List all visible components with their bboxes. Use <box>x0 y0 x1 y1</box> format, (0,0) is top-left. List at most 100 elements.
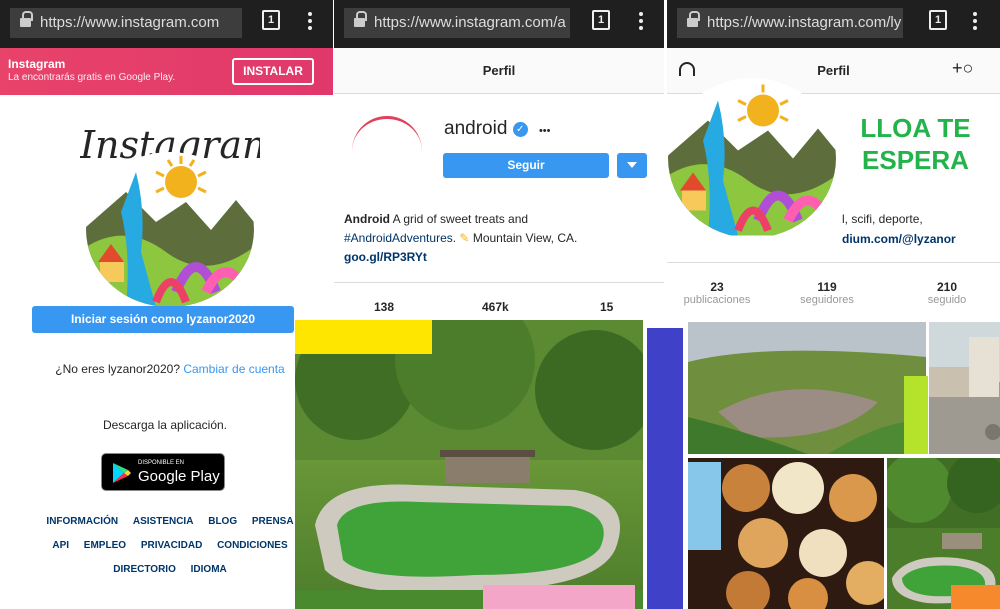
lloa-logo-illustration <box>86 156 254 307</box>
photo-pool-forest <box>295 320 643 609</box>
browser-toolbar: https://www.instagram.com 1 <box>0 0 333 48</box>
stat-value: 210 <box>936 280 958 294</box>
footer-link[interactable]: CONDICIONES <box>217 540 288 551</box>
stat-label: seguidores <box>800 294 854 306</box>
browser-toolbar: https://www.instagram.com/ly 1 <box>667 0 1000 48</box>
header-title: Perfil <box>482 63 516 78</box>
username: android ✓ ••• <box>444 118 551 140</box>
church-illustration <box>929 322 1000 454</box>
footer-link[interactable]: ASISTENCIA <box>133 516 194 527</box>
bio-link[interactable]: dium.com/@lyzanor <box>842 232 956 246</box>
promo-line-1: LLOA TE <box>860 113 971 143</box>
stat-value: 23 <box>710 280 724 294</box>
stat-following[interactable]: 210 seguido <box>907 280 987 306</box>
panel-login: https://www.instagram.com 1 Instagram La… <box>0 0 333 609</box>
profile-bio: Android A grid of sweet treats and #Andr… <box>344 210 644 267</box>
stats-divider <box>334 282 664 283</box>
footer-link[interactable]: IDIOMA <box>191 564 227 572</box>
login-as-button[interactable]: Iniciar sesión como lyzanor2020 <box>32 306 294 333</box>
bio-location: Mountain View, CA. <box>472 231 578 245</box>
google-play-badge[interactable]: DISPONIBLE EN Google Play <box>101 453 225 491</box>
yellow-block <box>295 320 432 354</box>
stat-followers[interactable]: 119 seguidores <box>787 280 867 306</box>
footer-link[interactable]: BLOG <box>208 516 237 527</box>
tab-count-button[interactable]: 1 <box>262 10 280 30</box>
town-illustration <box>688 322 926 454</box>
lloa-logo-illustration <box>668 84 836 236</box>
not-you-row: ¿No eres lyzanor2020? Cambiar de cuenta <box>40 362 300 376</box>
footer-link[interactable]: DIRECTORIO <box>113 564 176 572</box>
pool-illustration <box>295 320 643 609</box>
settings-icon[interactable] <box>679 62 695 76</box>
menu-icon[interactable] <box>639 12 643 32</box>
footer-row-2: API EMPLEO PRIVACIDAD CONDICIONES <box>20 534 320 558</box>
lloa-logo-image <box>668 78 836 238</box>
add-user-icon[interactable]: +○ <box>952 58 973 79</box>
google-play-icon <box>113 463 131 483</box>
follow-button[interactable]: Seguir <box>443 153 609 178</box>
lloa-logo-image <box>86 152 254 307</box>
footer-link[interactable]: API <box>52 540 69 551</box>
store-big-text: Google Play <box>138 468 220 485</box>
menu-icon[interactable] <box>308 12 312 32</box>
stat-posts: 23 publicaciones <box>677 280 757 306</box>
stat-label: seguido <box>927 294 967 306</box>
banner-subtitle: La encontrarás gratis en Google Play. <box>8 72 176 83</box>
lock-icon <box>20 11 33 29</box>
footer-link[interactable]: INFORMACIÓN <box>46 516 118 527</box>
url-text: https://www.instagram.com/a <box>374 14 566 31</box>
footer-link[interactable]: PRIVACIDAD <box>141 540 202 551</box>
stat-value: 138 <box>374 300 395 314</box>
verified-icon: ✓ <box>512 122 528 137</box>
footer-link[interactable]: EMPLEO <box>84 540 126 551</box>
promo-text: LLOA TE ESPERA <box>843 112 988 176</box>
lime-block <box>904 376 928 454</box>
avatar <box>352 116 422 186</box>
address-bar[interactable]: https://www.instagram.com/a <box>344 8 570 38</box>
stat-value: 15 <box>600 300 614 314</box>
chevron-down-icon <box>627 162 637 168</box>
photo-town-aerial <box>688 322 926 454</box>
switch-account-link[interactable]: Cambiar de cuenta <box>183 362 284 376</box>
lightblue-block <box>688 462 721 550</box>
tab-count-button[interactable]: 1 <box>592 10 610 30</box>
bio-fragment: l, scifi, deporte, <box>842 212 923 226</box>
browser-toolbar: https://www.instagram.com/a 1 <box>334 0 664 48</box>
stat-value: 119 <box>817 280 837 294</box>
promo-line-2: ESPERA <box>862 145 969 175</box>
footer-row-1: INFORMACIÓN ASISTENCIA BLOG PRENSA <box>20 510 320 534</box>
lock-icon <box>354 11 367 29</box>
url-text: https://www.instagram.com <box>40 14 220 31</box>
footer-row-3: DIRECTORIO IDIOMA <box>20 558 320 572</box>
stats-divider <box>667 262 1000 263</box>
more-options-icon[interactable]: ••• <box>539 125 551 137</box>
store-small-text: DISPONIBLE EN <box>138 460 185 466</box>
bio-name: Android <box>344 212 390 226</box>
install-banner: Instagram La encontrarás gratis en Googl… <box>0 48 333 95</box>
follow-dropdown-button[interactable] <box>617 153 647 178</box>
download-app-text: Descarga la aplicación. <box>102 418 228 432</box>
orange-block <box>951 585 1000 609</box>
bio-hashtag[interactable]: #AndroidAdventures. <box>344 231 456 245</box>
url-text: https://www.instagram.com/ly <box>707 14 902 31</box>
footer-links: INFORMACIÓN ASISTENCIA BLOG PRENSA API E… <box>20 510 320 572</box>
pink-block <box>483 585 635 609</box>
stat-value: 467k <box>482 300 509 314</box>
lock-icon <box>687 11 700 29</box>
tab-count-button[interactable]: 1 <box>929 10 947 30</box>
not-you-text: ¿No eres lyzanor2020? <box>55 362 180 376</box>
banner-title: Instagram <box>8 57 66 71</box>
pin-icon: ✎ <box>459 231 470 245</box>
bio-text: A grid of sweet treats and <box>392 212 529 226</box>
menu-icon[interactable] <box>973 12 977 32</box>
install-button[interactable]: INSTALAR <box>232 58 314 85</box>
address-bar[interactable]: https://www.instagram.com <box>10 8 242 38</box>
bio-link[interactable]: goo.gl/RP3RYt <box>344 250 427 264</box>
footer-link[interactable]: PRENSA <box>252 516 294 527</box>
photo-church <box>929 322 1000 454</box>
blue-bar <box>647 328 683 609</box>
username-text: android <box>444 118 508 139</box>
address-bar[interactable]: https://www.instagram.com/ly <box>677 8 903 38</box>
profile-header: Perfil <box>334 48 664 94</box>
stat-label: publicaciones <box>683 294 751 306</box>
